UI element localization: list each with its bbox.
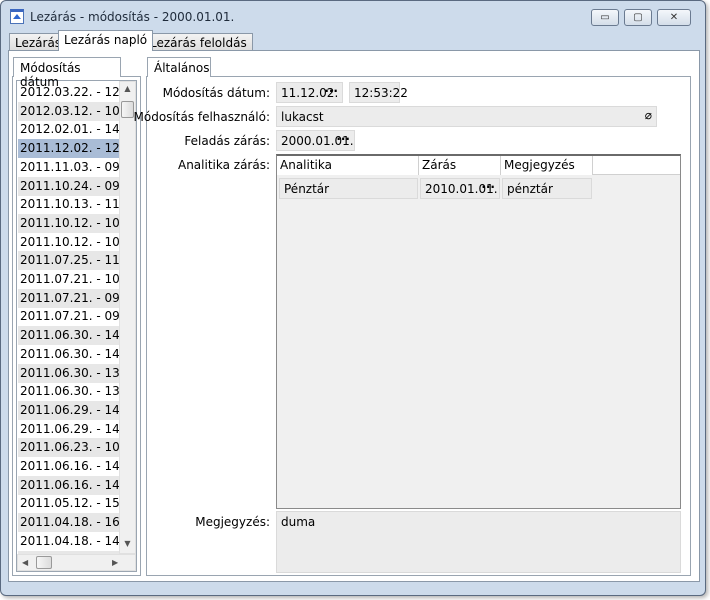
tab-lezaras-feloldas[interactable]: Lezárás feloldás <box>144 33 253 51</box>
list-item[interactable]: 2011.04.18. - 14:32: <box>18 532 119 551</box>
ellipsis-icon[interactable]: ··· <box>324 84 338 98</box>
analytics-label: Analitika zárás: <box>177 158 270 172</box>
tab-altalanos[interactable]: Általános <box>147 57 211 77</box>
list-item[interactable]: 2011.06.30. - 13:38: <box>18 363 119 383</box>
note-field[interactable]: duma <box>276 511 681 573</box>
list-item[interactable]: 2011.06.30. - 14:54: <box>18 345 119 364</box>
scroll-down-icon[interactable]: ▼ <box>120 539 135 548</box>
column-header-analitika[interactable]: Analitika <box>277 156 419 175</box>
scroll-left-icon[interactable]: ◀ <box>22 558 28 567</box>
list-item[interactable]: 2011.07.21. - 09:34: <box>18 307 119 326</box>
column-header-zaras[interactable]: Zárás <box>419 156 501 175</box>
mod-date-label: Módosítás dátum: <box>162 86 270 100</box>
hscroll-thumb[interactable] <box>36 556 52 569</box>
list-item[interactable]: 2011.10.13. - 11:32: <box>18 195 119 214</box>
list-item[interactable]: 2011.10.24. - 09:02: <box>18 176 119 196</box>
close-date-label: Feladás zárás: <box>184 134 270 148</box>
list-item[interactable]: 2011.06.30. - 13:34: <box>18 382 119 401</box>
tab-modositas-datum[interactable]: Módosítás dátum <box>13 57 121 89</box>
scroll-right-icon[interactable]: ▶ <box>112 558 118 567</box>
column-header-megjegyzes[interactable]: Megjegyzés <box>501 156 593 175</box>
user-label: Módosítás felhasználó: <box>133 110 271 124</box>
list-item[interactable]: 2011.10.12. - 10:02: <box>18 213 119 233</box>
vertical-scrollbar[interactable]: ▲ ▼ <box>119 81 136 554</box>
note-label: Megjegyzés: <box>195 515 270 529</box>
mod-time-field[interactable]: 12:53:22 <box>349 82 408 103</box>
window-title: Lezárás - módosítás - 2000.01.01. <box>30 10 235 24</box>
close-button[interactable]: ✕ <box>657 9 691 26</box>
close-date-field[interactable]: 2000.01.01. ··· <box>276 130 355 151</box>
grid-cell-megjegyzes[interactable]: pénztár <box>502 178 592 199</box>
paperclip-icon[interactable]: ⌀ <box>645 108 652 122</box>
grid-header: Analitika Zárás Megjegyzés <box>277 156 680 175</box>
list-item[interactable]: 2011.07.21. - 09:40: <box>18 288 119 308</box>
user-value: lukacst <box>281 110 324 124</box>
grid-cell-zaras[interactable]: 2010.01.01. ··· <box>420 178 500 199</box>
minimize-button[interactable]: ▭ <box>591 9 619 26</box>
list-item[interactable]: 2011.06.16. - 14:24: <box>18 475 119 495</box>
horizontal-scrollbar[interactable]: ◀ ▶ <box>17 554 136 571</box>
analytics-grid: Analitika Zárás Megjegyzés Pénztár 2010.… <box>276 154 681 509</box>
list-item[interactable]: 2011.05.12. - 15:50: <box>18 494 119 513</box>
list-item[interactable]: 2011.06.30. - 14:55: <box>18 326 119 346</box>
list-item[interactable]: 2011.07.21. - 10:15: <box>18 270 119 289</box>
date-list[interactable]: 2012.03.22. - 12:50:2012.03.12. - 10:42:… <box>16 80 137 572</box>
ellipsis-icon[interactable]: ··· <box>481 180 495 194</box>
list-item[interactable]: 2011.10.12. - 10:02: <box>18 233 119 252</box>
grid-cell-analitika[interactable]: Pénztár <box>279 178 418 199</box>
list-item[interactable]: 2011.06.16. - 14:41: <box>18 457 119 476</box>
list-item[interactable]: 2011.07.25. - 11:23: <box>18 251 119 271</box>
tab-lezaras-naplo[interactable]: Lezárás napló <box>58 30 154 51</box>
mod-date-field[interactable]: 11.12.02. ··· <box>276 82 343 103</box>
list-item[interactable]: 2011.06.29. - 14:31: <box>18 420 119 439</box>
maximize-button[interactable]: ▢ <box>624 9 652 26</box>
ellipsis-icon[interactable]: ··· <box>336 132 350 146</box>
app-icon <box>10 9 24 24</box>
user-field[interactable]: lukacst ⌀ <box>276 106 657 127</box>
list-item[interactable]: 2011.06.29. - 14:32: <box>18 400 119 420</box>
list-item[interactable]: 2011.06.23. - 10:48: <box>18 438 119 458</box>
